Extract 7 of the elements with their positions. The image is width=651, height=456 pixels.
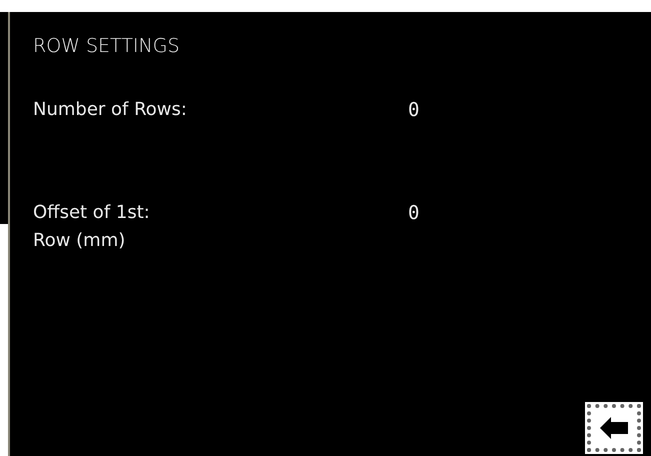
screen-title: ROW SETTINGS xyxy=(33,34,181,58)
back-button[interactable] xyxy=(587,404,641,452)
back-arrow-icon xyxy=(599,416,629,440)
setting-label: Number of Rows: xyxy=(33,98,188,122)
setting-value[interactable]: 0 xyxy=(408,199,420,227)
setting-value[interactable]: 0 xyxy=(408,96,420,124)
setting-label: Offset of 1st: Row (mm) xyxy=(33,201,151,253)
